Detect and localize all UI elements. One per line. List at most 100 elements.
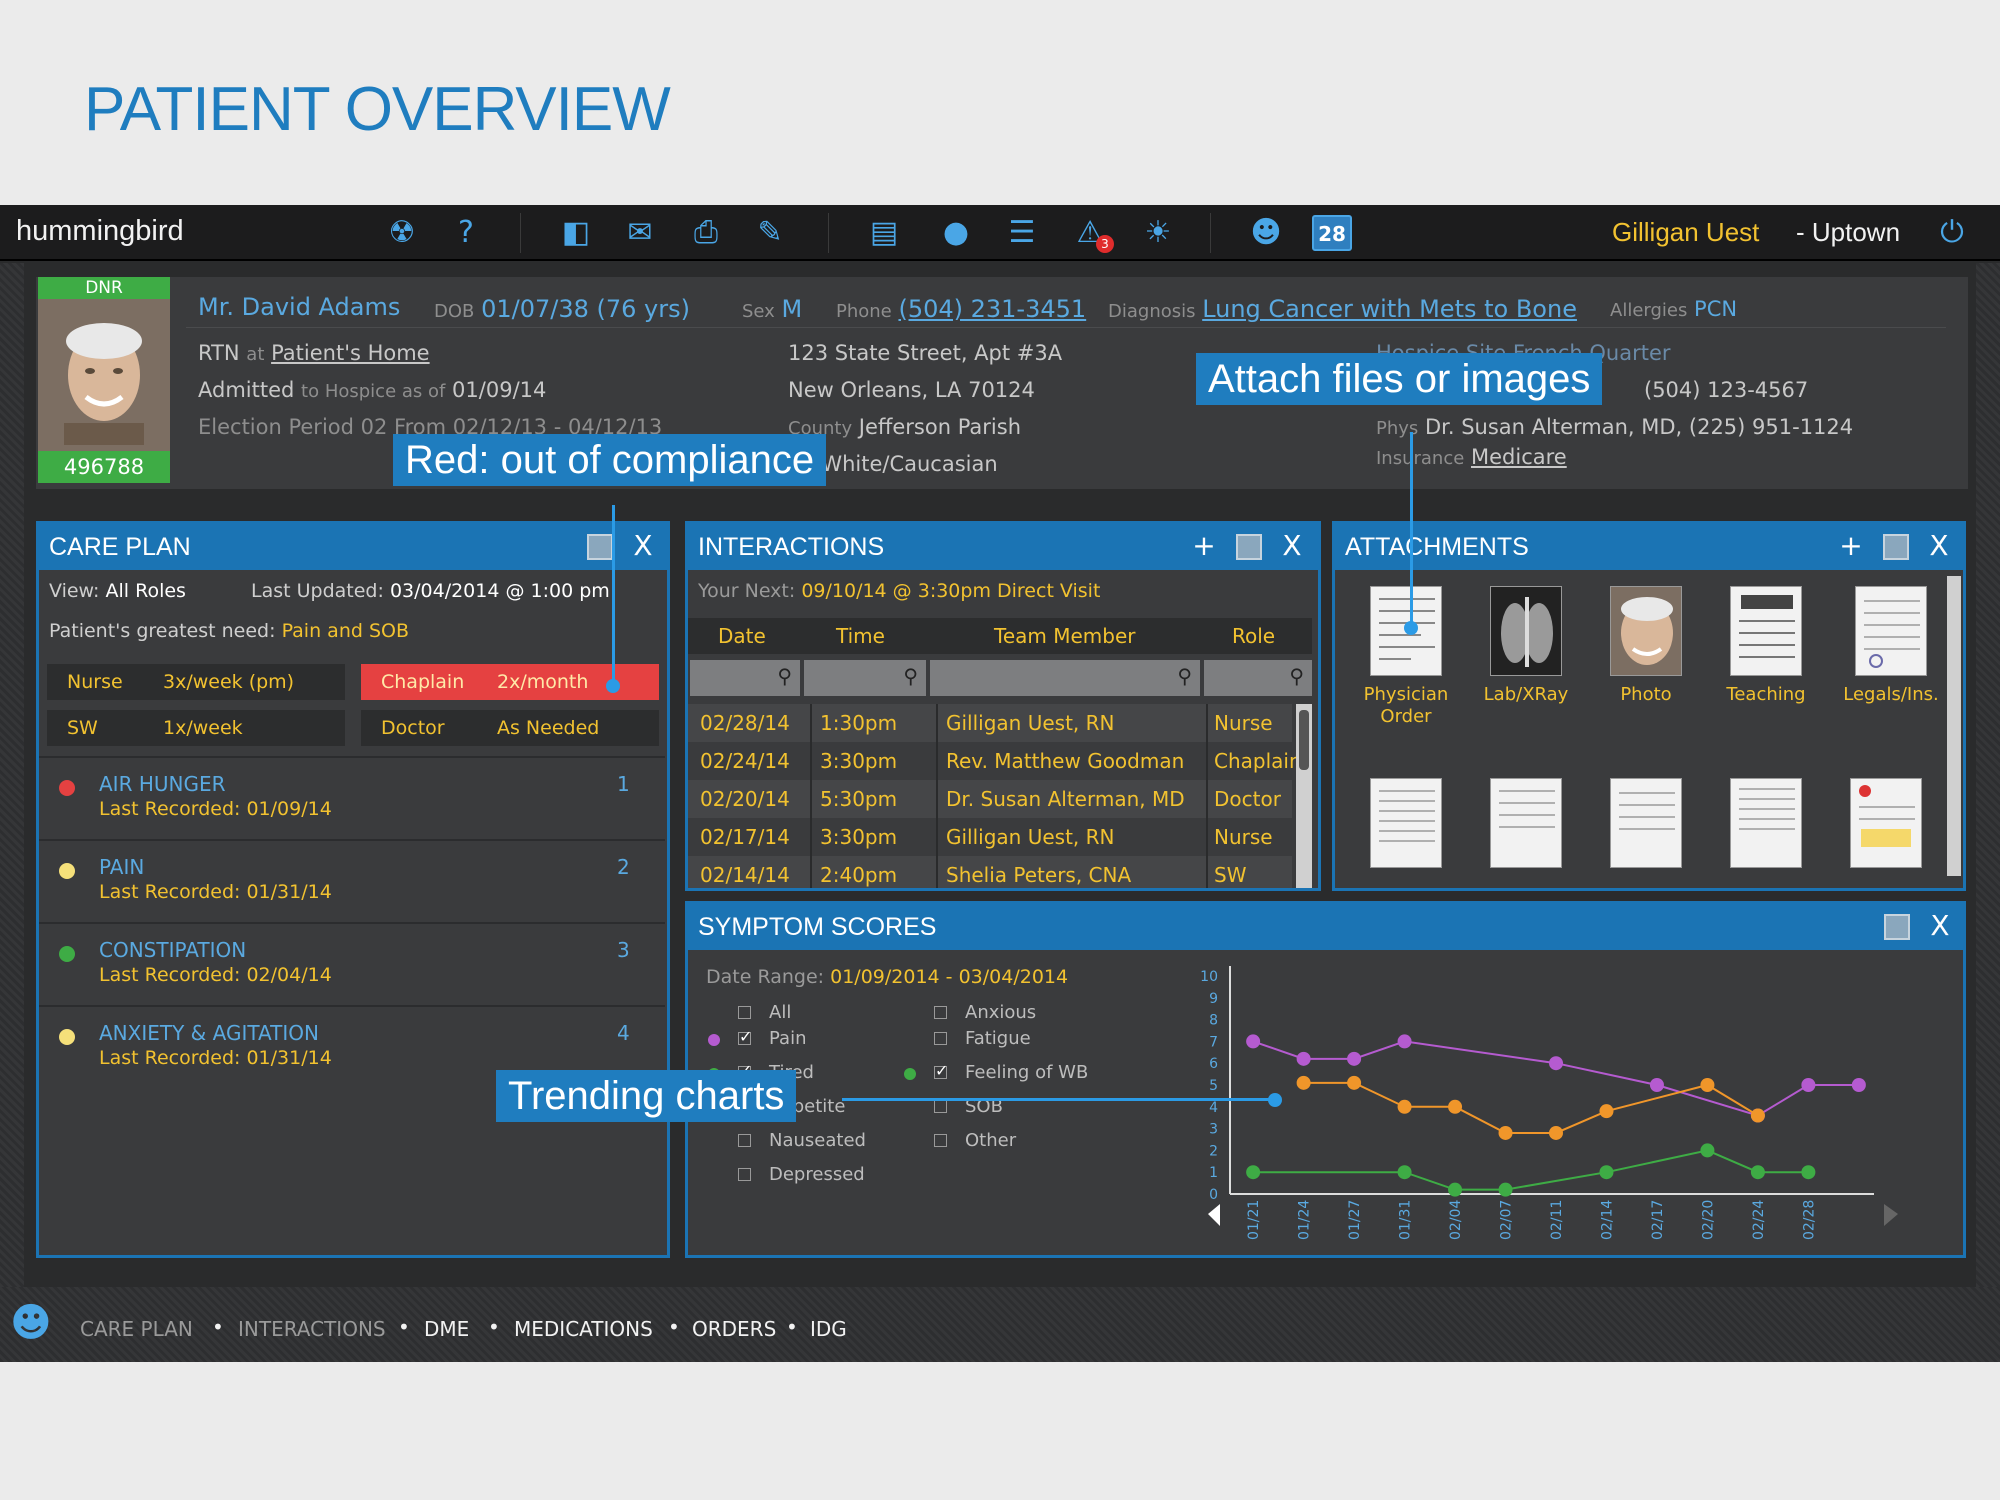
frequency-doctor[interactable]: Doctor As Needed (361, 710, 659, 746)
search-icon: ⚲ (777, 664, 792, 688)
checkbox[interactable] (934, 1006, 947, 1019)
user-name[interactable]: Gilligan Uest (1612, 217, 1759, 248)
attachments-scrollbar[interactable] (1947, 576, 1961, 876)
data-point (1750, 1108, 1765, 1123)
attachment-file[interactable] (1730, 778, 1802, 868)
table-row[interactable]: 02/28/14 1:30pm Gilligan Uest, RN Nurse (688, 704, 1292, 742)
document-pen-icon[interactable]: ▤ (864, 213, 904, 253)
checkbox[interactable] (738, 1168, 751, 1181)
data-point (1397, 1165, 1412, 1180)
attachment-file[interactable] (1610, 778, 1682, 868)
nav-care-plan[interactable]: CARE PLAN (80, 1317, 193, 1341)
attachment-legals[interactable]: Legals/Ins. (1831, 586, 1951, 706)
nav-idg[interactable]: IDG (810, 1317, 847, 1341)
insurance-field: Insurance Medicare (1376, 445, 1567, 469)
attachment-file[interactable] (1370, 778, 1442, 868)
table-row[interactable]: 02/14/14 2:40pm Shelia Peters, CNA SW (688, 856, 1292, 888)
power-icon[interactable]: ⏻ (1932, 213, 1972, 253)
attachment-photo[interactable]: Photo (1591, 586, 1701, 706)
column-team-member[interactable]: Team Member (994, 624, 1135, 648)
table-row[interactable]: 02/24/14 3:30pm Rev. Matthew Goodman Cha… (688, 742, 1302, 780)
interactions-scrollbar[interactable] (1296, 704, 1312, 888)
print-icon[interactable]: ⎙ (686, 213, 726, 253)
frequency-sw[interactable]: SW 1x/week (47, 710, 345, 746)
column-role[interactable]: Role (1232, 624, 1275, 648)
rtn-location-link[interactable]: Patient's Home (271, 341, 430, 365)
option-anxious[interactable]: Anxious (934, 1002, 1036, 1023)
column-date[interactable]: Date (718, 624, 766, 648)
symptom-scores-panel: SYMPTOM SCORES X Date Range: 01/09/2014 … (685, 901, 1966, 1258)
care-plan-view[interactable]: View: All Roles (49, 580, 186, 602)
contact-card-icon[interactable]: ☻ (1246, 213, 1286, 253)
option-pain[interactable]: Pain (738, 1027, 807, 1049)
need-item[interactable]: CONSTIPATION 3 Last Recorded: 02/04/14 (39, 922, 665, 1002)
close-icon[interactable]: X (1278, 530, 1306, 562)
diagnosis-link[interactable]: Lung Cancer with Mets to Bone (1202, 295, 1577, 323)
nav-orders[interactable]: ORDERS (692, 1317, 776, 1341)
role-search-input[interactable]: ⚲ (1204, 660, 1312, 696)
option-fatigue[interactable]: Fatigue (934, 1028, 1031, 1049)
attachment-physician-order[interactable]: Physician Order (1351, 586, 1461, 728)
time-search-input[interactable]: ⚲ (804, 660, 926, 696)
insurance-link[interactable]: Medicare (1471, 445, 1567, 469)
checkbox[interactable] (934, 1032, 947, 1045)
save-icon[interactable] (1883, 534, 1909, 560)
care-plan-panel: CARE PLAN X View: All Roles Last Updated… (36, 521, 670, 1258)
save-icon[interactable] (1884, 914, 1910, 940)
column-time[interactable]: Time (836, 624, 885, 648)
member-search-input[interactable]: ⚲ (930, 660, 1200, 696)
lightbulb-icon[interactable]: ☀ (1138, 213, 1178, 253)
chat-icon[interactable]: ◧ (556, 213, 596, 253)
list-icon[interactable]: ☰ (1002, 213, 1042, 253)
checkbox[interactable] (738, 1134, 751, 1147)
close-icon[interactable]: X (629, 530, 657, 562)
attach-callout-line (1410, 432, 1413, 628)
save-icon[interactable] (587, 534, 613, 560)
edit-icon[interactable]: ✎ (750, 213, 790, 253)
save-icon[interactable] (1236, 534, 1262, 560)
help-icon[interactable]: ? (446, 213, 486, 253)
checkbox[interactable] (934, 1100, 947, 1113)
phone-link[interactable]: (504) 231-3451 (898, 295, 1086, 323)
patient-name-row: Mr. David Adams (198, 293, 400, 321)
attachment-lab-xray[interactable]: Lab/XRay (1471, 586, 1581, 706)
mail-icon[interactable]: ✉ (620, 213, 660, 253)
date-range[interactable]: Date Range: 01/09/2014 - 03/04/2014 (706, 966, 1068, 988)
option-all[interactable]: All (738, 1002, 791, 1023)
message-bubble-icon[interactable]: ● (936, 213, 976, 253)
attachment-file[interactable] (1850, 778, 1922, 868)
frequency-nurse[interactable]: Nurse 3x/week (pm) (47, 664, 345, 700)
nav-medications[interactable]: MEDICATIONS (514, 1317, 653, 1341)
close-icon[interactable]: X (1926, 910, 1954, 942)
alert-icon[interactable]: ⚠ 3 (1070, 213, 1114, 253)
checkbox[interactable] (738, 1027, 752, 1046)
attachment-file[interactable] (1490, 778, 1562, 868)
x-tick-label: 01/27 (1347, 1200, 1363, 1240)
calendar-icon[interactable]: 28 (1312, 215, 1352, 251)
radiation-icon[interactable]: ☢ (382, 213, 422, 253)
y-tick-label: 9 (1209, 991, 1218, 1007)
nav-dme[interactable]: DME (424, 1317, 469, 1341)
scrollbar-thumb[interactable] (1299, 710, 1309, 770)
add-icon[interactable]: + (1837, 530, 1865, 562)
checkbox[interactable] (934, 1134, 947, 1147)
table-row[interactable]: 02/17/14 3:30pm Gilligan Uest, RN Nurse (688, 818, 1292, 856)
team-member-icon[interactable]: ☻ (10, 1301, 54, 1345)
checkbox[interactable] (934, 1061, 948, 1080)
need-item[interactable]: PAIN 2 Last Recorded: 01/31/14 (39, 839, 665, 919)
interactions-title: INTERACTIONS (698, 533, 885, 561)
table-row[interactable]: 02/20/14 5:30pm Dr. Susan Alterman, MD D… (688, 780, 1292, 818)
option-nauseated[interactable]: Nauseated (738, 1130, 866, 1151)
need-item[interactable]: AIR HUNGER 1 Last Recorded: 01/09/14 (39, 756, 665, 836)
option-other[interactable]: Other (934, 1130, 1016, 1151)
date-search-input[interactable]: ⚲ (690, 660, 800, 696)
checkbox[interactable] (738, 1006, 751, 1019)
nav-interactions[interactable]: INTERACTIONS (238, 1317, 386, 1341)
close-icon[interactable]: X (1925, 530, 1953, 562)
xray-thumbnail (1490, 586, 1562, 676)
option-feeling-of-wb[interactable]: Feeling of WB (934, 1061, 1088, 1083)
add-icon[interactable]: + (1190, 530, 1218, 562)
attachment-teaching[interactable]: Teaching (1711, 586, 1821, 706)
option-depressed[interactable]: Depressed (738, 1164, 865, 1185)
data-point (1246, 1165, 1261, 1180)
